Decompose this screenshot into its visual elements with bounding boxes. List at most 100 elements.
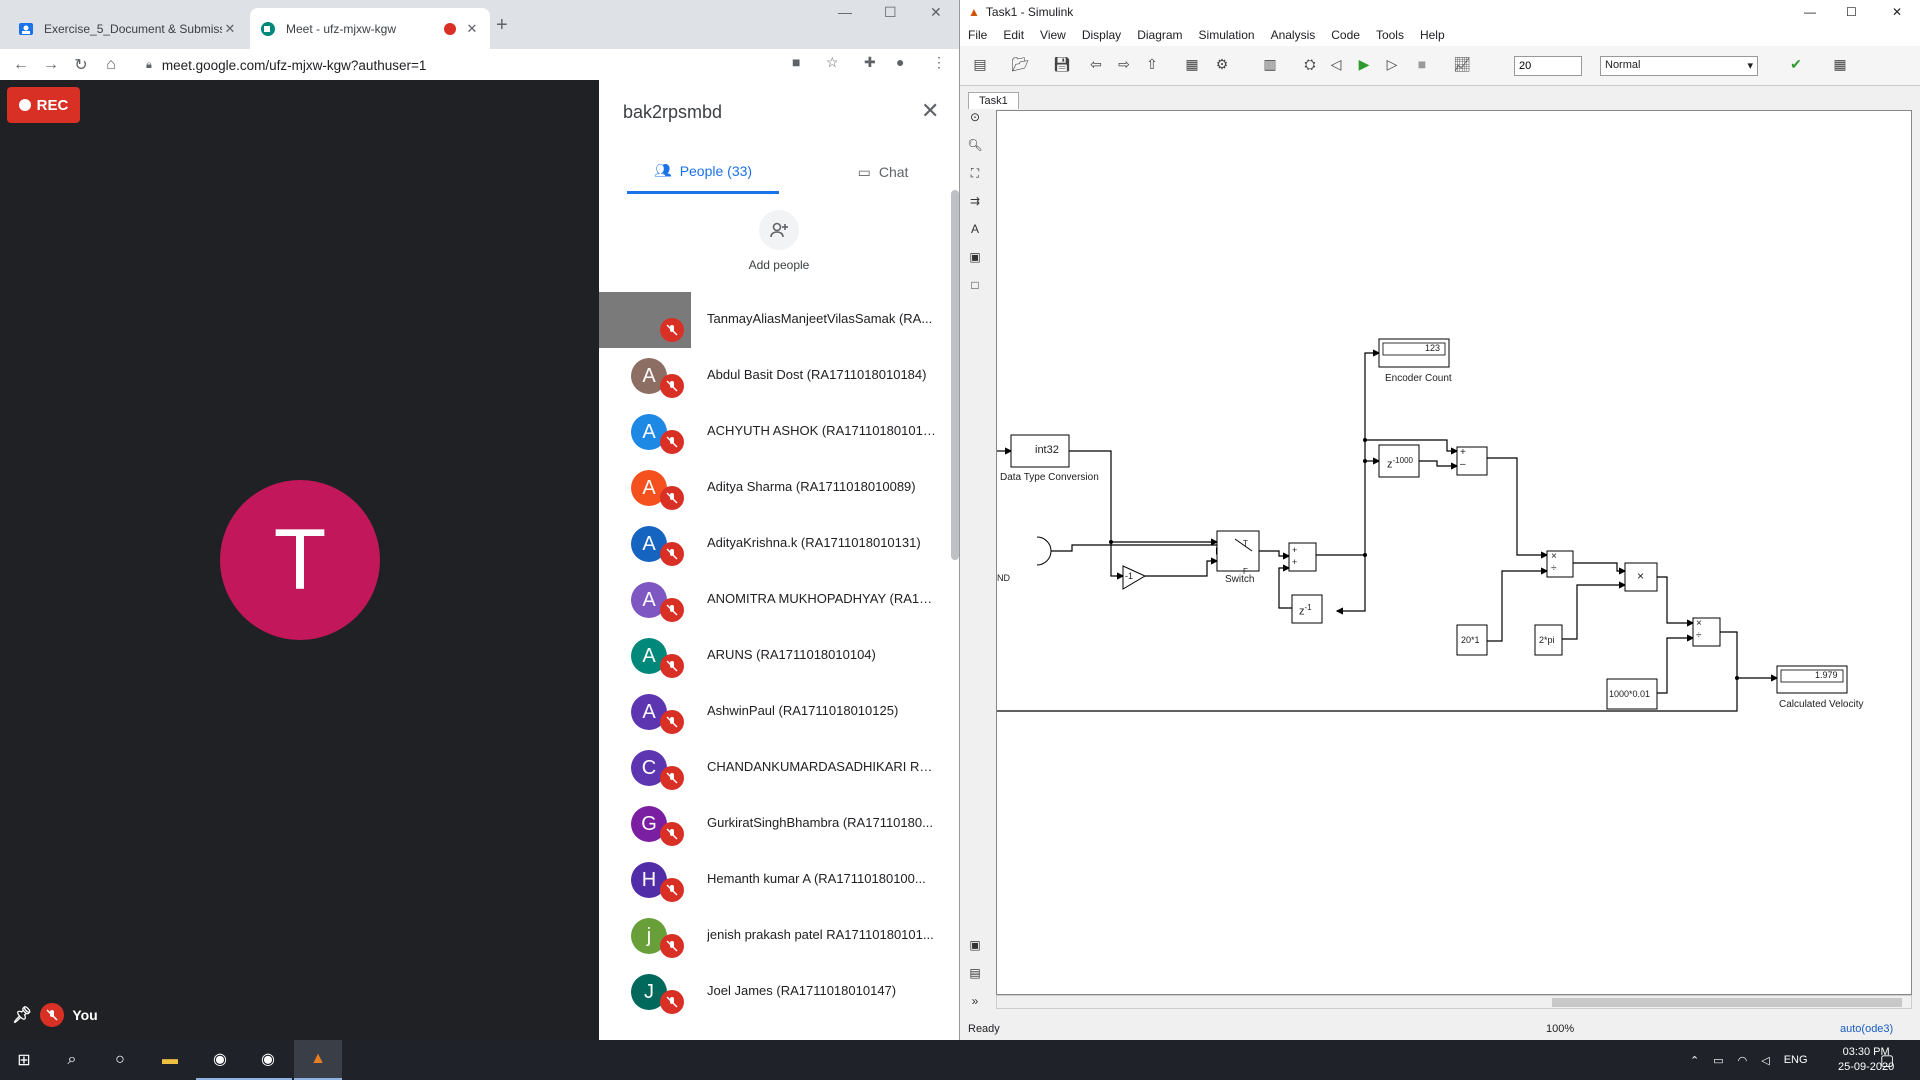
check-icon[interactable]: ✔ — [1786, 56, 1806, 76]
file-explorer-icon[interactable]: ▬ — [146, 1040, 194, 1080]
area-icon[interactable]: □ — [964, 278, 986, 300]
properties-icon[interactable]: ▤ — [964, 966, 986, 988]
back-icon[interactable]: ⇦ — [1086, 56, 1106, 76]
model-tab[interactable]: Task1 — [968, 92, 1019, 109]
reload-icon[interactable]: ↻ — [66, 55, 96, 75]
volume-icon[interactable]: ◁ — [1761, 1054, 1769, 1067]
minimize-icon[interactable]: — — [1804, 5, 1816, 19]
stop-icon[interactable]: ■ — [1412, 56, 1432, 76]
horizontal-scrollbar[interactable] — [996, 995, 1912, 1009]
close-icon[interactable]: ✕ — [222, 21, 238, 37]
star-icon[interactable]: ☆ — [826, 54, 839, 71]
menu-simulation[interactable]: Simulation — [1191, 28, 1263, 42]
menu-code[interactable]: Code — [1323, 28, 1368, 42]
constant-20[interactable]: 20*1 — [1461, 635, 1480, 645]
chrome-icon[interactable]: ◉ — [196, 1040, 244, 1080]
stop-time-input[interactable] — [1514, 56, 1582, 76]
battery-icon[interactable]: ▭ — [1713, 1054, 1723, 1067]
maximize-icon[interactable]: ☐ — [884, 4, 897, 21]
menu-icon[interactable]: ⋮ — [932, 54, 946, 71]
save-icon[interactable]: 💾︎ — [1052, 56, 1072, 76]
model-canvas[interactable]: int32 Data Type Conversion 123 Encoder C… — [996, 110, 1912, 995]
participant-row[interactable]: TanmayAliasManjeetVilasSamak (RA... — [599, 292, 951, 348]
gain-block[interactable]: -1 — [1125, 571, 1133, 581]
close-panel-icon[interactable]: ✕ — [921, 98, 939, 124]
annotation-icon[interactable]: A — [964, 222, 986, 244]
menu-edit[interactable]: Edit — [995, 28, 1032, 42]
participant-row[interactable]: A AshwinPaul (RA1711018010125) — [599, 684, 951, 740]
new-tab-icon[interactable]: + — [496, 14, 508, 37]
notification-icon[interactable]: ▢ — [1880, 1040, 1894, 1080]
screenshot-icon[interactable]: ▣ — [964, 938, 986, 960]
tab-people[interactable]: 👥︎ People (33) — [627, 150, 779, 194]
debug-icon[interactable]: ⛭ — [1300, 56, 1320, 76]
minimize-icon[interactable]: — — [838, 4, 852, 20]
extensions-icon[interactable]: ✚ — [864, 54, 876, 71]
close-window-icon[interactable]: ✕ — [1892, 5, 1902, 19]
fit-icon[interactable]: ⛶ — [964, 166, 986, 188]
participant-row[interactable]: G GurkiratSinghBhambra (RA17110180... — [599, 796, 951, 852]
scrollbar[interactable] — [951, 190, 959, 560]
chrome-icon-2[interactable]: ◉ — [244, 1040, 292, 1080]
close-icon[interactable]: ✕ — [464, 21, 480, 37]
unit-delay-block[interactable]: z-1 — [1299, 603, 1312, 618]
velocity-display[interactable]: 1.979 — [1815, 670, 1838, 680]
image-icon[interactable]: ▣ — [964, 250, 986, 272]
add-people-button[interactable]: Add people — [599, 210, 959, 272]
step-forward-icon[interactable]: ▷ — [1382, 56, 1402, 76]
delay-1000-block[interactable]: z-1000 — [1387, 456, 1413, 471]
back-icon[interactable]: ← — [6, 56, 36, 74]
menu-display[interactable]: Display — [1074, 28, 1129, 42]
step-back-icon[interactable]: ◁ — [1326, 56, 1346, 76]
build-icon[interactable]: ▦ — [1830, 56, 1850, 76]
wifi-icon[interactable]: ◠ — [1738, 1054, 1748, 1067]
open-icon[interactable]: 📂︎ — [1010, 56, 1030, 76]
maximize-icon[interactable]: ☐ — [1846, 5, 1857, 19]
cortana-icon[interactable]: ○ — [96, 1040, 144, 1080]
tab-chat[interactable]: ▭ Chat — [807, 150, 959, 194]
participant-row[interactable]: A ACHYUTH ASHOK (RA1711018010151) — [599, 404, 951, 460]
menu-view[interactable]: View — [1032, 28, 1074, 42]
encoder-count-display[interactable]: 123 — [1425, 343, 1440, 353]
new-model-icon[interactable]: ▤ — [970, 56, 990, 76]
zoom-icon[interactable]: 🔍︎ — [964, 138, 986, 160]
participant-row[interactable]: A AdityaKrishna.k (RA1711018010131) — [599, 516, 951, 572]
participant-row[interactable]: H Hemanth kumar A (RA17110180100... — [599, 852, 951, 908]
participant-row[interactable]: j jenish prakash patel RA17110180101... — [599, 908, 951, 964]
expand-icon[interactable]: » — [964, 994, 986, 1016]
windows-start-icon[interactable]: ⊞ — [0, 1040, 48, 1080]
address-bar[interactable]: 🔒︎ meet.google.com/ufz-mjxw-kgw?authuser… — [146, 53, 806, 77]
participant-row[interactable]: J Joel James (RA1711018010147) — [599, 964, 951, 1020]
menu-diagram[interactable]: Diagram — [1129, 28, 1190, 42]
menu-file[interactable]: File — [960, 28, 995, 42]
constant-1000[interactable]: 1000*0.01 — [1609, 689, 1650, 699]
scope-icon[interactable]: 📈︎ — [1452, 56, 1472, 76]
search-icon[interactable]: ⌕ — [48, 1040, 96, 1080]
library-browser-icon[interactable]: ▦ — [1182, 56, 1202, 76]
int32-block[interactable]: int32 — [1035, 444, 1059, 456]
chevron-up-icon[interactable]: ⌃ — [1690, 1054, 1699, 1067]
participant-row[interactable]: C CHANDANKUMARDASADHIKARI RA1... — [599, 740, 951, 796]
menu-help[interactable]: Help — [1412, 28, 1453, 42]
sim-mode-select[interactable]: Normal ▾ — [1600, 56, 1758, 76]
close-window-icon[interactable]: ✕ — [930, 4, 942, 21]
participant-row[interactable]: A ANOMITRA MUKHOPADHYAY (RA171... — [599, 572, 951, 628]
forward-icon[interactable]: → — [36, 56, 66, 74]
participant-row[interactable]: A ARUNS (RA1711018010104) — [599, 628, 951, 684]
constant-2pi[interactable]: 2*pi — [1539, 635, 1555, 645]
participant-row[interactable]: A Aditya Sharma (RA1711018010089) — [599, 460, 951, 516]
home-icon[interactable]: ⌂ — [96, 56, 126, 74]
menu-analysis[interactable]: Analysis — [1263, 28, 1324, 42]
tab-exercise[interactable]: Exercise_5_Document & Submiss ✕ — [8, 8, 248, 49]
arrow-icon[interactable]: ⇉ — [964, 194, 986, 216]
hardware-icon[interactable]: ▥ — [1260, 56, 1280, 76]
run-icon[interactable]: ▶ — [1354, 56, 1374, 76]
profile-icon[interactable]: ● — [896, 54, 904, 70]
hide-browser-icon[interactable]: ⊙ — [964, 110, 986, 132]
settings-icon[interactable]: ⚙ — [1212, 56, 1232, 76]
tab-meet[interactable]: Meet - ufz-mjxw-kgw ✕ — [250, 8, 490, 49]
status-solver[interactable]: auto(ode3) — [1840, 1023, 1893, 1035]
menu-tools[interactable]: Tools — [1368, 28, 1412, 42]
camera-icon[interactable]: ■ — [792, 54, 800, 70]
forward-icon[interactable]: ⇨ — [1114, 56, 1134, 76]
